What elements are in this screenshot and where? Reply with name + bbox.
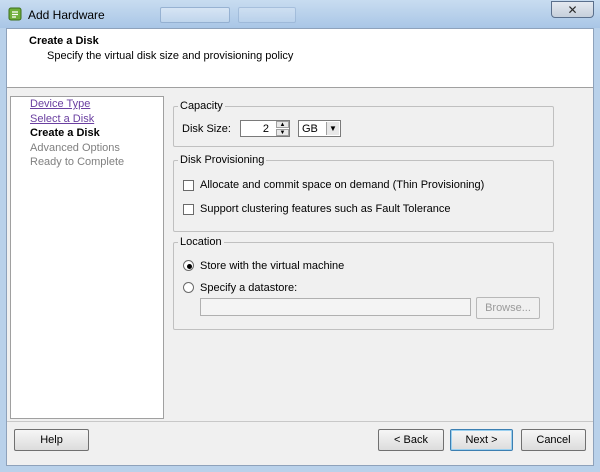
- step-device-type[interactable]: Device Type: [30, 98, 90, 110]
- help-button[interactable]: Help: [14, 429, 89, 451]
- back-button[interactable]: < Back: [378, 429, 444, 451]
- fault-tolerance-label[interactable]: Support clustering features such as Faul…: [200, 203, 451, 215]
- capacity-legend: Capacity: [180, 100, 223, 112]
- specify-datastore-label[interactable]: Specify a datastore:: [200, 282, 297, 294]
- page-title: Create a Disk: [29, 35, 99, 47]
- fault-tolerance-checkbox[interactable]: [183, 204, 194, 215]
- location-legend: Location: [180, 236, 222, 248]
- step-create-a-disk: Create a Disk: [30, 127, 100, 139]
- step-advanced-options: Advanced Options: [30, 142, 120, 154]
- cancel-button[interactable]: Cancel: [521, 429, 586, 451]
- chevron-down-icon: ▼: [326, 122, 339, 135]
- store-with-vm-label[interactable]: Store with the virtual machine: [200, 260, 344, 272]
- browse-button: Browse...: [476, 297, 540, 319]
- next-button[interactable]: Next >: [450, 429, 513, 451]
- window-title: Add Hardware: [28, 8, 105, 22]
- specify-datastore-radio[interactable]: [183, 282, 194, 293]
- disk-size-label: Disk Size:: [182, 123, 231, 135]
- close-icon: ✕: [567, 3, 578, 17]
- disk-size-value: 2: [262, 123, 269, 135]
- datastore-field: [200, 298, 471, 316]
- disk-unit-select[interactable]: GB ▼: [298, 120, 341, 137]
- background-window-ghost: [160, 7, 230, 23]
- step-ready-to-complete: Ready to Complete: [30, 156, 125, 168]
- store-with-vm-radio[interactable]: [183, 260, 194, 271]
- disk-provisioning-group: Disk Provisioning: [173, 154, 554, 232]
- thin-provisioning-checkbox[interactable]: [183, 180, 194, 191]
- step-select-a-disk[interactable]: Select a Disk: [30, 113, 94, 125]
- background-window-ghost: [238, 7, 296, 23]
- stepper-up-icon[interactable]: ▲: [276, 121, 289, 128]
- thin-provisioning-label[interactable]: Allocate and commit space on demand (Thi…: [200, 179, 484, 191]
- footer-divider: [7, 421, 593, 422]
- disk-unit-value: GB: [302, 123, 318, 135]
- disk-size-stepper[interactable]: 2 ▲ ▼: [240, 120, 290, 137]
- stepper-down-icon[interactable]: ▼: [276, 129, 289, 136]
- close-button[interactable]: ✕: [551, 1, 594, 18]
- page-subtitle: Specify the virtual disk size and provis…: [47, 50, 294, 62]
- app-icon: [8, 7, 22, 21]
- disk-provisioning-legend: Disk Provisioning: [180, 154, 265, 166]
